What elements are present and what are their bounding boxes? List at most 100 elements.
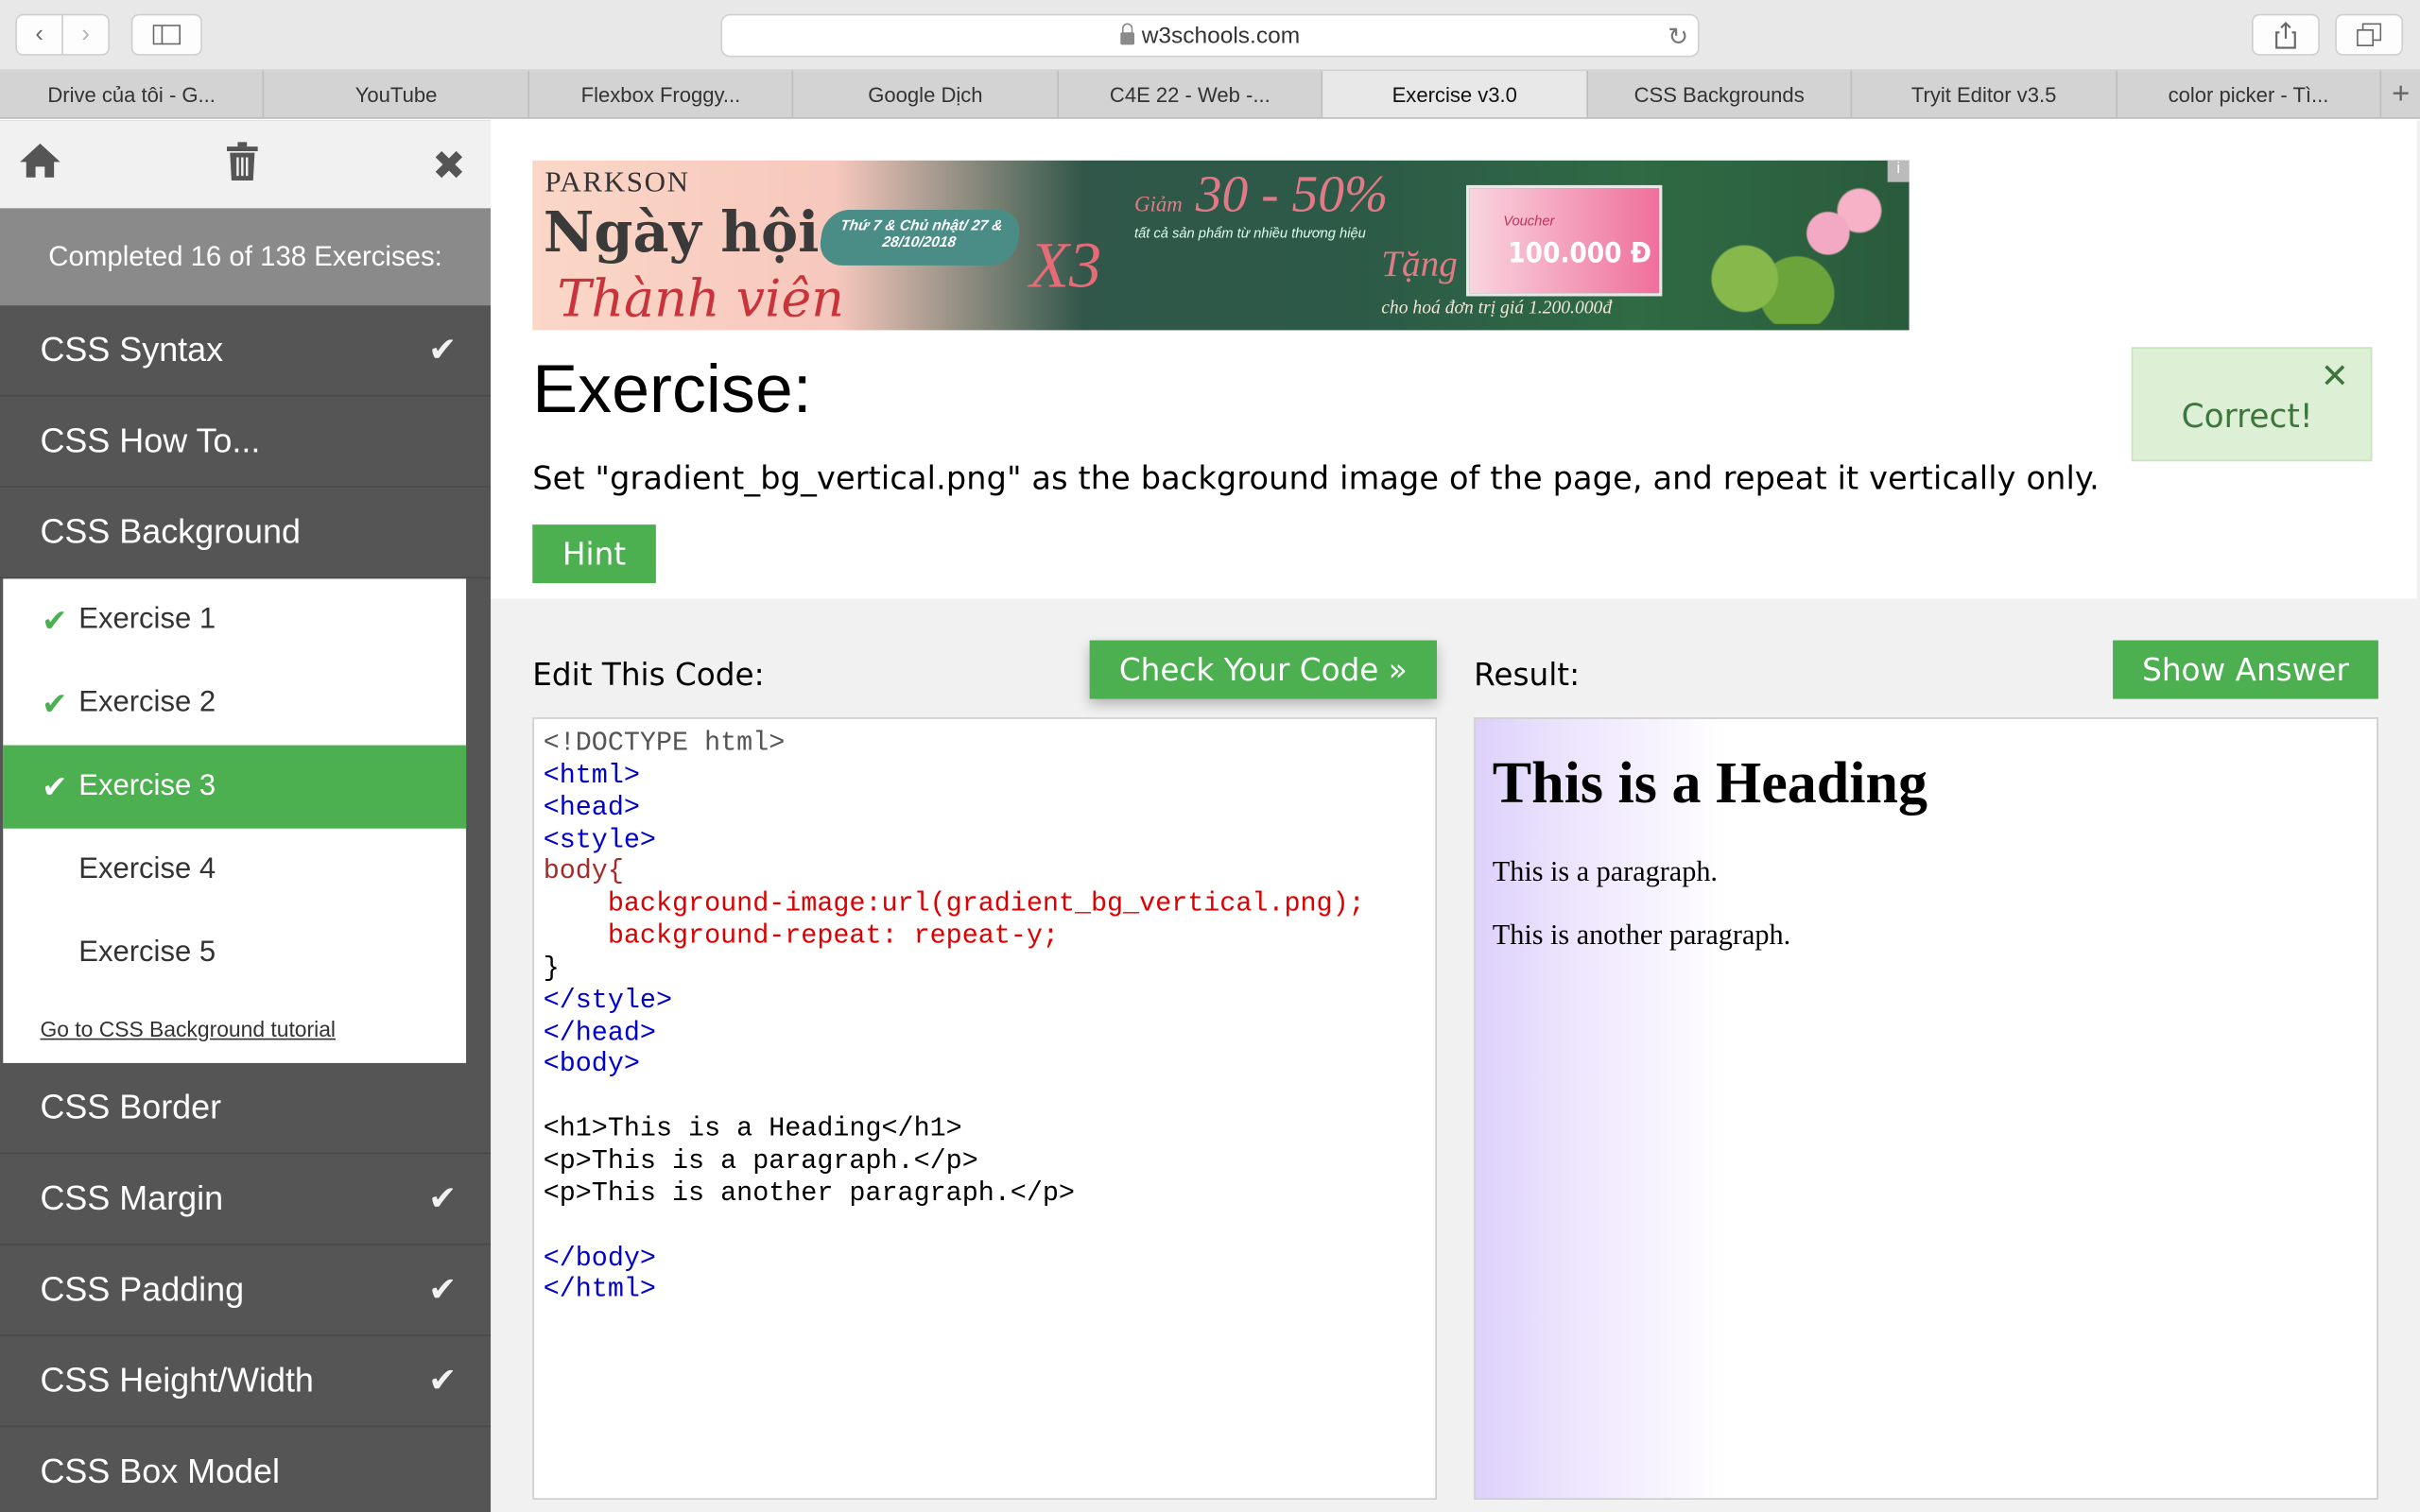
- code-line: </head>: [543, 1019, 656, 1049]
- back-button[interactable]: ‹: [15, 13, 63, 56]
- exercise-label: Exercise 5: [78, 936, 216, 970]
- code-line: }: [543, 954, 560, 985]
- code-line: <p>This is a paragraph.</p>: [543, 1147, 978, 1177]
- sidebar-toolbar: ✖: [0, 120, 492, 209]
- chapter-css-box-model[interactable]: CSS Box Model: [0, 1427, 491, 1512]
- chapter-label: CSS How To...: [40, 421, 261, 460]
- ad-condition: cho hoá đơn trị giá 1.200.000đ: [1381, 296, 1613, 318]
- ad-voucher-text: Voucher: [1503, 213, 1555, 229]
- chapter-css-height-width[interactable]: CSS Height/Width ✔: [0, 1336, 492, 1428]
- exercise-label: Exercise 1: [78, 603, 216, 636]
- ad-gift: Tặng: [1381, 245, 1458, 286]
- chapter-label: CSS Height/Width: [40, 1360, 314, 1400]
- check-code-button[interactable]: Check Your Code »: [1089, 640, 1437, 699]
- checkmark-icon: ✔: [428, 330, 458, 369]
- chapter-css-how-to[interactable]: CSS How To...: [0, 397, 492, 488]
- chapter-css-padding[interactable]: CSS Padding ✔: [0, 1246, 492, 1336]
- ad-multiplier: X3: [1028, 231, 1102, 302]
- ad-discount-prefix: Giảm: [1133, 194, 1183, 218]
- chevron-left-icon: ‹: [35, 21, 43, 47]
- browser-tab-active[interactable]: Exercise v3.0: [1322, 71, 1588, 118]
- chapter-css-syntax[interactable]: CSS Syntax ✔: [0, 305, 492, 397]
- forward-button[interactable]: ›: [61, 13, 110, 56]
- chapter-css-background[interactable]: CSS Background: [0, 487, 492, 579]
- ad-voucher-image: Voucher 100.000 Đ: [1466, 184, 1663, 297]
- browser-tab[interactable]: Drive của tôi - G...: [0, 71, 265, 118]
- exercise-list: ✔ Exercise 1 ✔ Exercise 2 ✔ Exercise 3 Exer…: [3, 578, 467, 1063]
- advertisement-banner[interactable]: PARKSON Ngày hội Thành viên Thứ 7 & Chủ …: [532, 160, 1910, 331]
- exercise-item[interactable]: Exercise 5: [3, 912, 466, 995]
- browser-tab[interactable]: YouTube: [265, 71, 529, 118]
- share-icon: [2275, 21, 2296, 48]
- exercise-label: Exercise 4: [78, 852, 216, 886]
- home-icon[interactable]: [19, 142, 62, 190]
- checkmark-icon: ✔: [428, 1360, 458, 1400]
- new-tab-button[interactable]: +: [2381, 71, 2420, 117]
- chevron-right-icon: ›: [81, 21, 90, 47]
- tabs-icon: [2357, 23, 2382, 46]
- code-line: </style>: [543, 987, 673, 1017]
- browser-tab[interactable]: Tryit Editor v3.5: [1852, 71, 2118, 118]
- exercise-label: Exercise 3: [78, 769, 216, 802]
- code-line: background-repeat: repeat-y;: [543, 922, 1059, 953]
- code-editor[interactable]: <!DOCTYPE html> <html> <head> <style> bo…: [532, 717, 1437, 1500]
- exercise-item-current[interactable]: ✔ Exercise 3: [3, 745, 467, 829]
- close-icon[interactable]: ✕: [2321, 358, 2349, 397]
- tab-strip: Drive của tôi - G... YouTube Flexbox Fro…: [0, 71, 2420, 119]
- correct-alert-text: Correct!: [2181, 398, 2313, 436]
- chapter-css-margin[interactable]: CSS Margin ✔: [0, 1154, 492, 1246]
- ad-date: Thứ 7 & Chủ nhật/ 27 & 28/10/2018: [817, 210, 1023, 266]
- sidebar-toggle-button[interactable]: [130, 13, 202, 56]
- chapter-label: CSS Background: [40, 512, 301, 551]
- exercise-item[interactable]: ✔ Exercise 2: [3, 662, 466, 745]
- code-line: <head>: [543, 794, 640, 824]
- chapter-label: CSS Box Model: [40, 1452, 280, 1491]
- browser-tab[interactable]: C4E 22 - Web -...: [1059, 71, 1323, 118]
- checkmark-icon: ✔: [42, 604, 68, 639]
- result-heading: This is a Heading: [1492, 751, 1928, 816]
- plus-icon: +: [2392, 76, 2411, 111]
- code-line: </body>: [543, 1244, 656, 1274]
- code-line: </html>: [543, 1276, 656, 1306]
- ad-info-icon[interactable]: i: [1887, 160, 1910, 182]
- code-line: <!DOCTYPE html>: [543, 730, 786, 760]
- main-content: PARKSON Ngày hội Thành viên Thứ 7 & Chủ …: [491, 120, 2420, 1512]
- lock-icon: [1119, 23, 1134, 45]
- tab-overview-button[interactable]: [2335, 13, 2404, 56]
- chapter-label: CSS Margin: [40, 1178, 224, 1218]
- browser-tab[interactable]: color picker - Tì...: [2117, 71, 2382, 118]
- share-button[interactable]: [2252, 13, 2320, 56]
- browser-tab[interactable]: Google Dịch: [794, 71, 1059, 118]
- correct-alert: Correct! ✕: [2131, 347, 2373, 462]
- close-icon[interactable]: ✖: [432, 142, 466, 190]
- browser-tab[interactable]: Flexbox Froggy...: [529, 71, 794, 118]
- result-label: Result:: [1474, 655, 1581, 694]
- ad-discount: Giảm 30 - 50%: [1134, 166, 1388, 225]
- tutorial-link[interactable]: Go to CSS Background tutorial: [3, 995, 466, 1063]
- exercise-header-panel: PARKSON Ngày hội Thành viên Thứ 7 & Chủ …: [491, 120, 2417, 599]
- chapter-label: CSS Syntax: [40, 330, 224, 369]
- code-line: body{: [543, 858, 624, 888]
- hint-button[interactable]: Hint: [532, 524, 656, 584]
- ad-voucher-amount: 100.000 Đ: [1508, 237, 1651, 270]
- sidebar-icon: [152, 25, 182, 45]
- chapter-css-border[interactable]: CSS Border: [0, 1063, 492, 1155]
- trash-icon[interactable]: [225, 142, 259, 193]
- completed-counter: Completed 16 of 138 Exercises:: [0, 208, 492, 306]
- checkmark-icon: ✔: [42, 687, 68, 722]
- ad-flowers-image: [1682, 172, 1891, 324]
- code-line: <style>: [543, 826, 656, 856]
- ad-headline: Ngày hội: [543, 200, 820, 266]
- code-line: <p>This is another paragraph.</p>: [543, 1179, 1075, 1210]
- result-paragraph: This is another paragraph.: [1492, 920, 1791, 953]
- show-answer-button[interactable]: Show Answer: [2113, 640, 2378, 699]
- address-bar[interactable]: w3schools.com ↻: [720, 13, 1700, 58]
- exercise-item[interactable]: ✔ Exercise 1: [3, 578, 466, 662]
- code-line: <h1>This is a Heading</h1>: [543, 1115, 962, 1145]
- exercise-item[interactable]: Exercise 4: [3, 829, 466, 912]
- reload-icon[interactable]: ↻: [1668, 22, 1688, 53]
- browser-tab[interactable]: CSS Backgrounds: [1588, 71, 1853, 118]
- exercise-title: Exercise:: [532, 352, 812, 428]
- code-line: background-image:url(gradient_bg_vertica…: [543, 890, 1365, 920]
- exercise-description: Set "gradient_bg_vertical.png" as the ba…: [532, 459, 2100, 497]
